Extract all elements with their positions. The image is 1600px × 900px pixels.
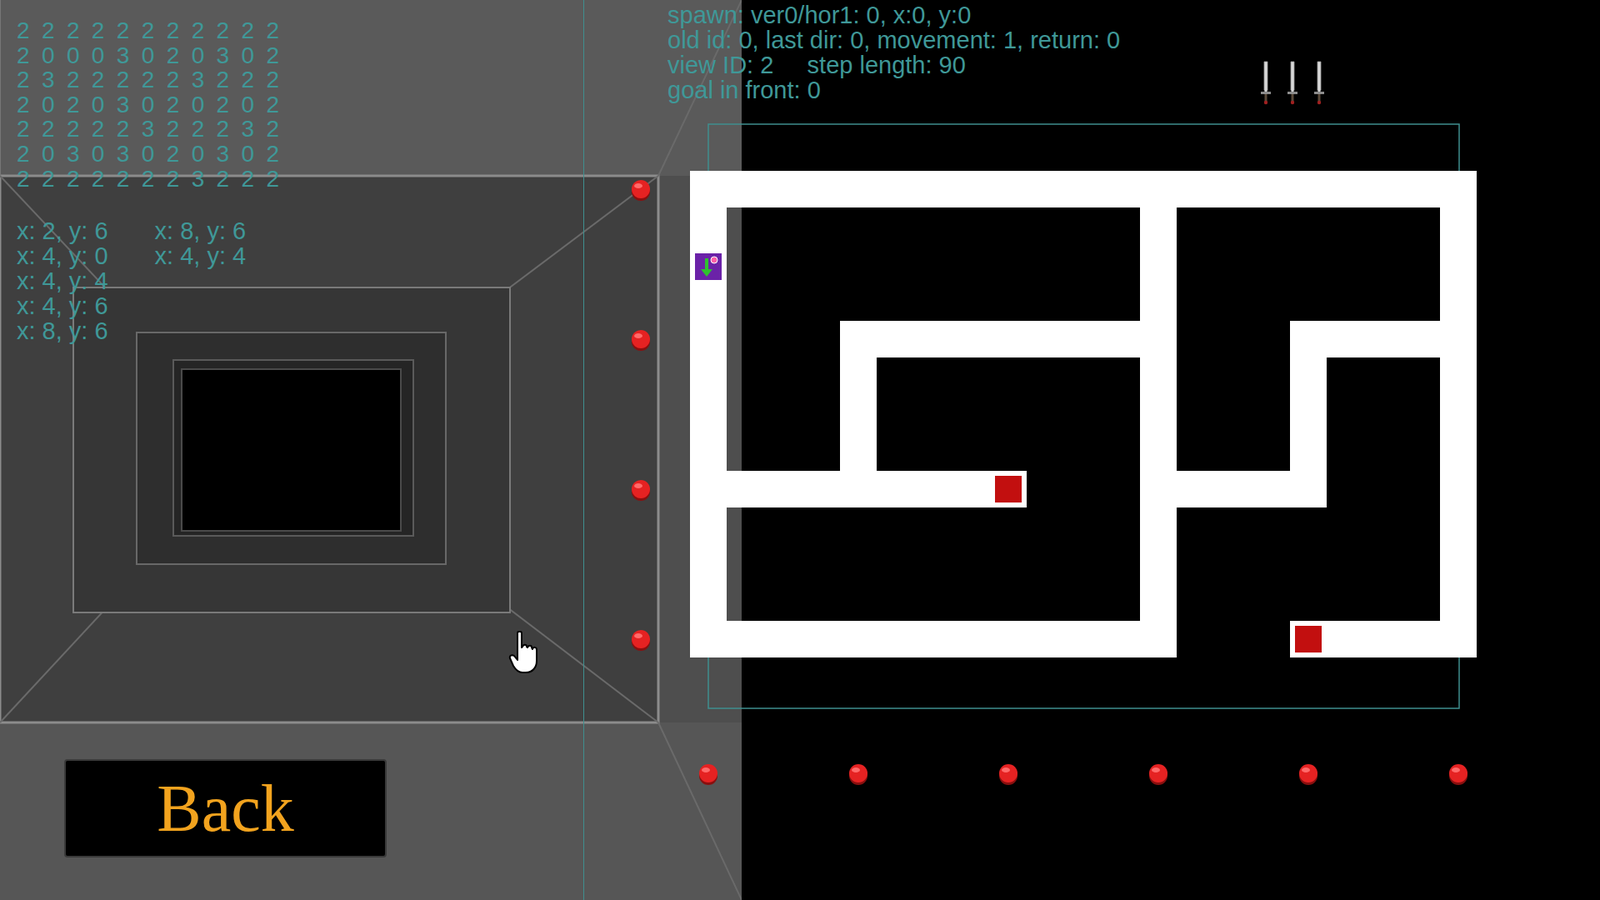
maze-corridor bbox=[1290, 320, 1327, 508]
goal-marker bbox=[1295, 625, 1322, 653]
coordinate: x: 4, y: 4 bbox=[155, 243, 247, 269]
sword-icon bbox=[1260, 60, 1272, 105]
debug-line: view ID: 2 step length: 90 bbox=[667, 52, 1120, 78]
guide-line bbox=[583, 0, 585, 900]
column-marker-icon bbox=[1299, 764, 1318, 785]
hand-cursor-icon bbox=[508, 630, 540, 675]
debug-line: spawn: ver0/hor1: 0, x:0, y:0 bbox=[667, 2, 1120, 28]
sword-icon bbox=[1313, 60, 1325, 105]
grid-row: 2 2 2 2 2 2 2 2 2 2 2 bbox=[16, 18, 282, 44]
coordinate: x: 8, y: 6 bbox=[16, 318, 109, 344]
row-marker-icon bbox=[631, 180, 650, 201]
column-marker-icon bbox=[699, 764, 718, 785]
goal-marker bbox=[995, 475, 1022, 503]
game-screen: 2 2 2 2 2 2 2 2 2 2 22 0 0 0 3 0 2 0 3 0… bbox=[0, 0, 1600, 900]
column-marker-icon bbox=[999, 764, 1018, 785]
coordinate: x: 4, y: 0 bbox=[16, 243, 109, 269]
row-marker-icon bbox=[631, 480, 650, 501]
column-marker-icon bbox=[849, 764, 868, 785]
player-icon bbox=[695, 253, 722, 280]
grid-row: 2 3 2 2 2 2 2 3 2 2 2 bbox=[16, 67, 282, 93]
column-marker-icon bbox=[1449, 764, 1468, 785]
back-button[interactable]: Back bbox=[64, 759, 387, 858]
maze-corridor bbox=[1440, 470, 1477, 658]
coordinate: x: 4, y: 4 bbox=[16, 268, 109, 294]
coordinate-lists: x: 2, y: 6x: 4, y: 0x: 4, y: 4x: 4, y: 6… bbox=[16, 218, 246, 344]
maze-corridor bbox=[1140, 620, 1177, 658]
grid-row: 2 2 2 2 2 2 2 3 2 2 2 bbox=[16, 166, 282, 192]
maze-corridor bbox=[990, 470, 1027, 508]
row-marker-icon bbox=[631, 330, 650, 351]
grid-row: 2 0 3 0 3 0 2 0 3 0 2 bbox=[16, 141, 282, 167]
row-marker-icon bbox=[631, 630, 650, 651]
maze-corridor bbox=[1290, 620, 1327, 658]
maze-corridor bbox=[840, 470, 1027, 508]
sword-icon bbox=[1286, 60, 1299, 105]
maze-corridor bbox=[1290, 470, 1327, 508]
visited-list: x: 2, y: 6x: 4, y: 0x: 4, y: 4x: 4, y: 6… bbox=[16, 218, 109, 344]
debug-info: spawn: ver0/hor1: 0, x:0, y:0old id: 0, … bbox=[667, 2, 1120, 103]
map-bounds bbox=[708, 124, 1460, 709]
coordinate: x: 4, y: 6 bbox=[16, 293, 109, 319]
weapon-inventory bbox=[1260, 60, 1325, 105]
maze-grid-readout: 2 2 2 2 2 2 2 2 2 2 22 0 0 0 3 0 2 0 3 0… bbox=[16, 18, 282, 191]
maze-corridor bbox=[1140, 470, 1177, 658]
debug-line: goal in front: 0 bbox=[667, 77, 1120, 103]
grid-row: 2 0 2 0 3 0 2 0 2 0 2 bbox=[16, 92, 282, 118]
debug-line: old id: 0, last dir: 0, movement: 1, ret… bbox=[667, 27, 1120, 53]
coordinate: x: 8, y: 6 bbox=[155, 218, 247, 244]
maze-corridor bbox=[1290, 620, 1477, 658]
maze-corridor bbox=[990, 620, 1177, 658]
goal-list: x: 8, y: 6x: 4, y: 4 bbox=[155, 218, 247, 344]
maze-corridor bbox=[1440, 620, 1477, 658]
coordinate: x: 2, y: 6 bbox=[16, 218, 109, 244]
grid-row: 2 0 0 0 3 0 2 0 3 0 2 bbox=[16, 43, 282, 69]
grid-row: 2 2 2 2 2 3 2 2 2 3 2 bbox=[16, 116, 282, 142]
column-marker-icon bbox=[1149, 764, 1168, 785]
